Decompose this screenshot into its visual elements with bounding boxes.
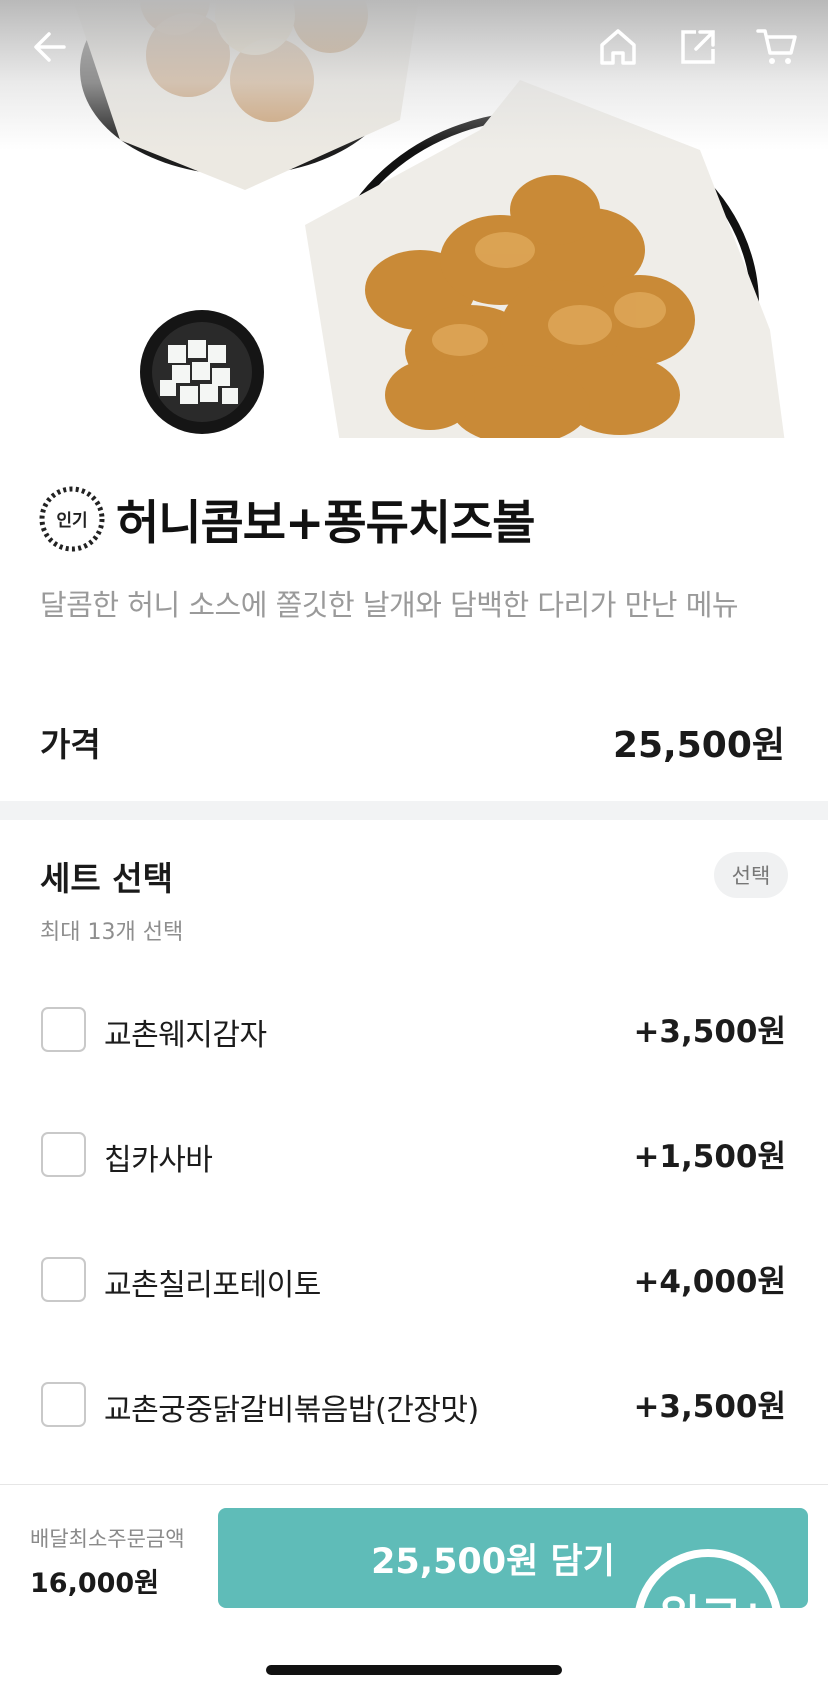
home-indicator: [266, 1665, 562, 1675]
section-divider: [0, 801, 828, 820]
popular-badge-label: 인기: [56, 511, 88, 531]
option-checkbox[interactable]: [41, 1007, 86, 1052]
option-price: +1,500원: [633, 1139, 786, 1175]
price-value: 25,500원: [612, 725, 785, 766]
share-button[interactable]: [673, 22, 723, 72]
option-label: 교촌웨지감자: [104, 1018, 267, 1053]
option-price: +3,500원: [633, 1389, 786, 1425]
set-section-title: 세트 선택: [40, 859, 173, 898]
option-price: +4,000원: [633, 1264, 786, 1300]
back-button[interactable]: [25, 22, 75, 72]
watermark-logo: 워그ㅂ: [635, 1549, 785, 1608]
min-order-label: 배달최소주문금액: [30, 1527, 185, 1551]
product-title: 허니콤보+퐁듀치즈볼: [116, 496, 536, 551]
option-checkbox[interactable]: [41, 1257, 86, 1302]
add-to-cart-label: 25,500원 담기: [371, 1541, 615, 1582]
bottom-order-bar: 배달최소주문금액 16,000원 25,500원 담기 워그ㅂ: [0, 1484, 828, 1695]
arrow-left-icon: [34, 32, 66, 62]
set-section-subtitle: 최대 13개 선택: [40, 920, 184, 945]
cart-icon: [756, 29, 797, 64]
option-row[interactable]: 교촌웨지감자 +3,500원: [0, 1000, 828, 1060]
cart-button[interactable]: [752, 22, 802, 72]
product-description: 달콤한 허니 소스에 쫄깃한 날개와 담백한 다리가 만난 메뉴: [40, 588, 739, 622]
svg-text:워그ㅂ: 워그ㅂ: [658, 1590, 785, 1608]
share-icon: [681, 30, 715, 64]
option-checkbox[interactable]: [41, 1132, 86, 1177]
home-icon: [600, 29, 636, 65]
option-price: +3,500원: [633, 1014, 786, 1050]
min-order-value: 16,000원: [30, 1568, 160, 1599]
price-label: 가격: [40, 725, 101, 764]
option-label: 교촌칠리포테이토: [104, 1268, 321, 1303]
optional-badge: 선택: [714, 852, 788, 898]
product-title-row: 인기 허니콤보+퐁듀치즈볼: [38, 484, 536, 553]
option-row[interactable]: 칩카사바 +1,500원: [0, 1125, 828, 1185]
popular-badge-icon: 인기: [38, 485, 106, 553]
add-to-cart-button[interactable]: 25,500원 담기 워그ㅂ: [218, 1508, 808, 1608]
option-row[interactable]: 교촌칠리포테이토 +4,000원: [0, 1250, 828, 1310]
option-checkbox[interactable]: [41, 1382, 86, 1427]
option-row[interactable]: 교촌궁중닭갈비볶음밥(간장맛) +3,500원: [0, 1375, 828, 1435]
option-label: 교촌궁중닭갈비볶음밥(간장맛): [104, 1393, 479, 1428]
home-button[interactable]: [593, 22, 643, 72]
option-label: 칩카사바: [104, 1143, 213, 1178]
